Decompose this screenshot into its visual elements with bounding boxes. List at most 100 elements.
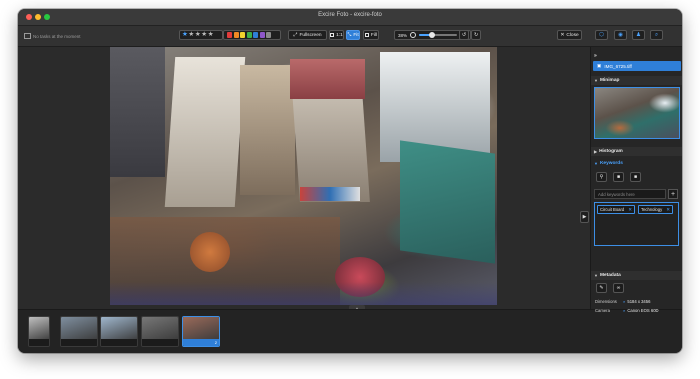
color-labels[interactable] [223,30,281,40]
person-icon: ⚲ [599,174,604,180]
rotate-right-button[interactable]: ↻ [471,30,481,40]
filmstrip-thumbnail[interactable]: 2 [182,316,220,347]
color-label-swatch[interactable] [240,32,245,38]
filmstrip-thumbnail[interactable] [141,316,179,347]
thumbnail-image [142,317,178,341]
rotate-left-icon: ↺ [461,32,467,38]
keyword-tag[interactable]: Circuit Board ✕ [597,205,635,214]
keyword-input[interactable]: Add keywords here [594,189,666,199]
remove-keyword-icon[interactable]: ✕ [666,207,670,213]
right-sidebar: » ▣ IMG_6725.tiff ▼ Minimap ▶ Histogram … [590,47,682,313]
search-button[interactable]: ⌕ [650,30,663,40]
metadata-key: Camera [595,307,610,313]
search-icon: ⌕ [654,31,659,38]
color-label-swatch[interactable] [259,32,265,38]
color-label-swatch[interactable] [233,32,239,38]
remove-keyword-icon[interactable]: ✕ [628,207,632,213]
keyword-add-button[interactable]: ■ [613,172,624,182]
fill-icon [364,33,369,37]
fit-icon: ⤡ [347,32,352,38]
fill-label: Fill [370,32,378,38]
fill-button[interactable]: Fill [363,30,379,40]
section-histogram[interactable]: ▶ Histogram [591,147,682,156]
tag-minus-icon: ■ [633,174,638,180]
photo-tree [190,232,230,272]
add-keyword-button[interactable]: + [668,189,678,199]
one-to-one-icon [330,33,335,37]
sidebar-collapse[interactable]: » [591,51,682,60]
one-to-one-button[interactable]: 1:1 [329,30,344,40]
zoom-slider-knob[interactable] [429,31,436,38]
metadata-value: ⌕ 5184 x 3456 [623,299,650,304]
filmstrip-thumbnail[interactable] [60,316,98,347]
zoom-value: 38% [398,32,408,38]
keyword-remove-button[interactable]: ■ [630,172,641,182]
share-button[interactable]: ⬡ [595,30,608,40]
color-label-swatch[interactable] [253,32,258,38]
share-icon: ⬡ [599,32,604,38]
metadata-key: Dimensions [595,298,617,304]
fit-button[interactable]: ⤡ Fit [346,30,360,40]
color-label-swatch[interactable] [266,32,271,38]
rotate-left-button[interactable]: ↺ [459,30,469,40]
thumbnail-meta: 2 [183,339,219,346]
color-label-swatch[interactable] [246,32,252,38]
filmstrip-thumbnail[interactable] [28,316,50,347]
star-icon[interactable]: ★ [182,31,188,39]
zoom-out-icon[interactable] [410,32,417,38]
thumbnail-meta [101,339,137,346]
sidebar-toggle[interactable]: ▶ [580,211,589,223]
star-icon[interactable]: ★ [201,31,207,39]
color-label-swatch[interactable] [227,32,232,38]
zoom-slider[interactable] [419,31,458,38]
star-icon[interactable]: ★ [195,31,201,39]
photo-awnings [300,187,360,201]
chevron-down-icon: ▼ [594,273,598,278]
metadata-value-text: 5184 x 3456 [627,298,651,304]
search-icon[interactable]: ⌕ [623,308,625,313]
section-metadata[interactable]: ▼ Metadata [591,271,682,280]
link-metadata-button[interactable]: ∞ [613,283,624,293]
edit-metadata-button[interactable]: ✎ [596,283,607,293]
fullscreen-label: Fullscreen [299,32,322,38]
thumbnail-meta [29,339,49,346]
star-rating[interactable]: ★ ★ ★ ★ ★ [179,30,223,40]
chevron-down-icon: ▼ [594,161,598,166]
thumbnail-image [61,317,97,341]
title-bar: Excire Foto - excire-foto [18,9,682,26]
rotate-right-icon: ↻ [473,32,479,38]
section-keywords-label: Keywords [599,161,623,166]
face-button[interactable]: ◉ [614,30,627,40]
fullscreen-button[interactable]: ⤢ Fullscreen [288,30,327,40]
people-button[interactable]: ♟ [632,30,645,40]
close-icon: ✕ [560,32,565,38]
tasks-status-text: No tasks at the moment [33,34,81,39]
window-title: Excire Foto - excire-foto [318,12,382,18]
one-to-one-label: 1:1 [336,32,343,38]
photo-building [240,65,295,195]
toolbar: No tasks at the moment ★ ★ ★ ★ ★ ⤢ Fullscree… [18,26,682,47]
main-photo[interactable] [110,47,497,305]
thumbnail-meta [61,339,97,346]
section-minimap[interactable]: ▼ Minimap [591,76,682,85]
file-icon: ▣ [597,63,602,68]
keyword-person-button[interactable]: ⚲ [596,172,607,182]
face-icon: ◉ [618,32,623,38]
current-file-row[interactable]: ▣ IMG_6725.tiff [593,61,681,71]
plus-icon: + [670,190,676,198]
pen-icon: ✎ [599,285,604,291]
photo-building [164,57,246,207]
thumbnail-meta [142,339,178,346]
section-keywords[interactable]: ▼ Keywords [591,159,682,168]
close-button[interactable]: ✕ Close [557,30,582,40]
search-icon[interactable]: ⌕ [623,299,625,304]
close-label: Close [566,32,579,38]
metadata-value: ⌕ Canon EOS 60D [623,308,659,313]
minimap[interactable] [594,87,680,139]
tasks-status: No tasks at the moment [24,33,81,39]
keyword-tag[interactable]: Technology ✕ [638,205,673,214]
thumbnail-image [29,317,49,341]
star-icon[interactable]: ★ [208,31,214,39]
filmstrip-thumbnail[interactable] [100,316,138,347]
star-icon[interactable]: ★ [188,31,194,39]
